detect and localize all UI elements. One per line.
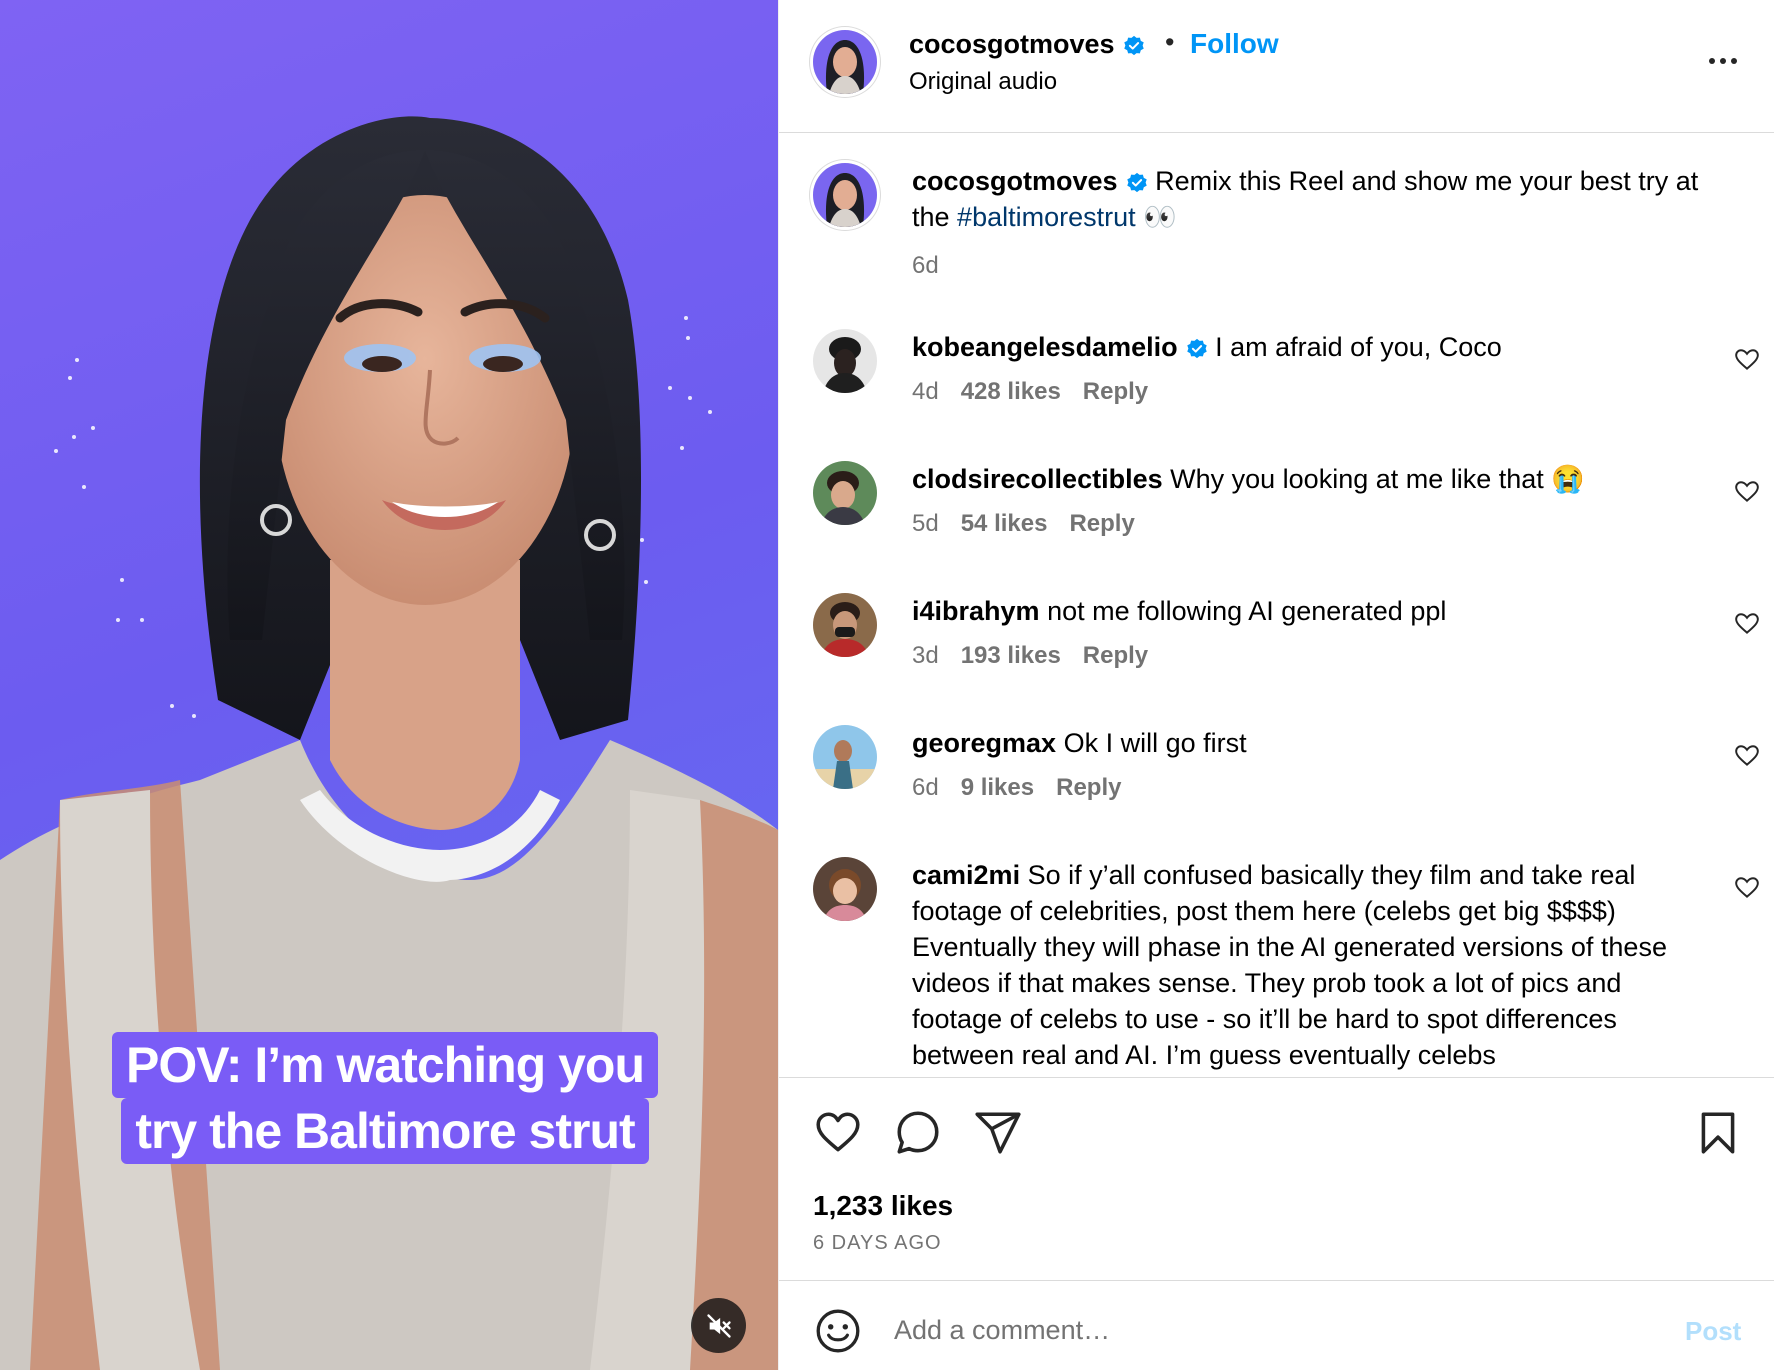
follow-button[interactable]: Follow — [1190, 26, 1279, 62]
comment-text: not me following AI generated ppl — [1047, 596, 1447, 626]
post-header: cocosgotmoves • Follow Original audio — [779, 0, 1774, 133]
comment-username[interactable]: i4ibrahym — [912, 596, 1040, 626]
post-caption-body: cocosgotmoves Remix this Reel and show m… — [912, 163, 1702, 281]
author-avatar-image — [813, 30, 877, 94]
caption-meta: 6d — [912, 251, 1702, 281]
comment-like-count[interactable]: 428 likes — [961, 378, 1061, 405]
comment-body: kobeangelesdamelio I am afraid of you, C… — [912, 329, 1702, 407]
commenter-avatar-image — [813, 329, 877, 393]
video-caption-overlay: POV: I’m watching you try the Baltimore … — [96, 1032, 674, 1164]
commenter-avatar[interactable] — [813, 725, 877, 789]
audio-link[interactable]: Original audio — [909, 67, 1057, 97]
comment-like-heart-icon[interactable] — [1734, 347, 1760, 373]
caption-author-avatar-image — [813, 163, 877, 227]
comment-body: i4ibrahym not me following AI generated … — [912, 593, 1702, 671]
reel-video[interactable]: POV: I’m watching you try the Baltimore … — [0, 0, 778, 1370]
comment-reply-button[interactable]: Reply — [1069, 510, 1134, 537]
comment-body: cami2mi So if y’all confused basically t… — [912, 857, 1682, 1073]
comment-body: clodsirecollectibles Why you looking at … — [912, 461, 1702, 539]
comment-age: 3d — [912, 642, 939, 669]
comment-meta: 5d 54 likes Reply — [912, 509, 1702, 539]
caption-author-avatar[interactable] — [813, 163, 877, 227]
comment-text: So if y’all confused basically they film… — [912, 860, 1667, 1070]
comment-meta: 6d 9 likes Reply — [912, 773, 1702, 803]
comment-icon[interactable] — [893, 1108, 943, 1158]
mute-toggle-button[interactable] — [691, 1298, 746, 1353]
verified-badge-icon — [1123, 35, 1144, 56]
comment-like-count[interactable]: 54 likes — [961, 510, 1048, 537]
comment-text: Why you looking at me like that 😭 — [1170, 464, 1585, 494]
comment-like-heart-icon[interactable] — [1734, 479, 1760, 505]
comment-like-heart-icon[interactable] — [1734, 743, 1760, 769]
more-options-button[interactable] — [1703, 44, 1743, 78]
header-separator: • — [1165, 27, 1175, 57]
comment-text: I am afraid of you, Coco — [1215, 332, 1502, 362]
comment-like-heart-icon[interactable] — [1734, 875, 1760, 901]
comment-composer: Post — [779, 1280, 1774, 1370]
post-actions: 1,233 likes 6 DAYS AGO — [779, 1077, 1774, 1281]
caption-line-1: POV: I’m watching you — [112, 1032, 658, 1098]
comment-username[interactable]: kobeangelesdamelio — [912, 332, 1178, 362]
author-username-text[interactable]: cocosgotmoves — [909, 29, 1115, 59]
reel-details-panel: cocosgotmoves • Follow Original audio co… — [778, 0, 1774, 1370]
comment-reply-button[interactable]: Reply — [1056, 774, 1121, 801]
comment-age: 6d — [912, 774, 939, 801]
author-username[interactable]: cocosgotmoves — [909, 26, 1145, 62]
comment-meta: 4d 428 likes Reply — [912, 377, 1702, 407]
commenter-avatar-image — [813, 461, 877, 525]
comment-username[interactable]: cami2mi — [912, 860, 1020, 890]
caption-age: 6d — [912, 252, 939, 279]
comment-age: 4d — [912, 378, 939, 405]
bookmark-icon[interactable] — [1693, 1108, 1743, 1158]
reel-video-frame — [0, 116, 778, 1370]
caption-username[interactable]: cocosgotmoves — [912, 166, 1118, 196]
more-options-icon — [1709, 58, 1737, 64]
comment-username[interactable]: georegmax — [912, 728, 1056, 758]
comment-username[interactable]: clodsirecollectibles — [912, 464, 1163, 494]
emoji-icon[interactable] — [813, 1306, 863, 1356]
comment-input[interactable] — [892, 1304, 1656, 1356]
post-comment-button[interactable]: Post — [1685, 1314, 1741, 1348]
comment-age: 5d — [912, 510, 939, 537]
caption-line-2: try the Baltimore strut — [121, 1098, 649, 1164]
commenter-avatar[interactable] — [813, 329, 877, 393]
comment-reply-button[interactable]: Reply — [1083, 642, 1148, 669]
post-timestamp: 6 DAYS AGO — [813, 1232, 942, 1254]
likes-count[interactable]: 1,233 likes — [813, 1188, 953, 1224]
caption-emoji: 👀 — [1135, 202, 1177, 232]
comment-like-count[interactable]: 9 likes — [961, 774, 1034, 801]
caption-hashtag-link[interactable]: #baltimorestrut — [957, 202, 1136, 232]
commenter-avatar[interactable] — [813, 593, 877, 657]
comment-reply-button[interactable]: Reply — [1083, 378, 1148, 405]
comment-text: Ok I will go first — [1063, 728, 1247, 758]
commenter-avatar-image — [813, 725, 877, 789]
heart-icon[interactable] — [813, 1108, 863, 1158]
commenter-avatar[interactable] — [813, 461, 877, 525]
comment-body: georegmax Ok I will go first 6d 9 likes Re… — [912, 725, 1702, 803]
author-avatar[interactable] — [813, 30, 877, 94]
commenter-avatar-image — [813, 593, 877, 657]
verified-badge-icon — [1126, 172, 1147, 193]
commenter-avatar-image — [813, 857, 877, 921]
comments-list[interactable]: cocosgotmoves Remix this Reel and show m… — [779, 133, 1774, 1077]
comment-like-heart-icon[interactable] — [1734, 611, 1760, 637]
instagram-reel-view: POV: I’m watching you try the Baltimore … — [0, 0, 1774, 1370]
verified-badge-icon — [1186, 338, 1207, 359]
comment-meta: 3d 193 likes Reply — [912, 641, 1702, 671]
commenter-avatar[interactable] — [813, 857, 877, 921]
share-icon[interactable] — [973, 1108, 1023, 1158]
comment-like-count[interactable]: 193 likes — [961, 642, 1061, 669]
volume-muted-icon — [706, 1313, 731, 1338]
